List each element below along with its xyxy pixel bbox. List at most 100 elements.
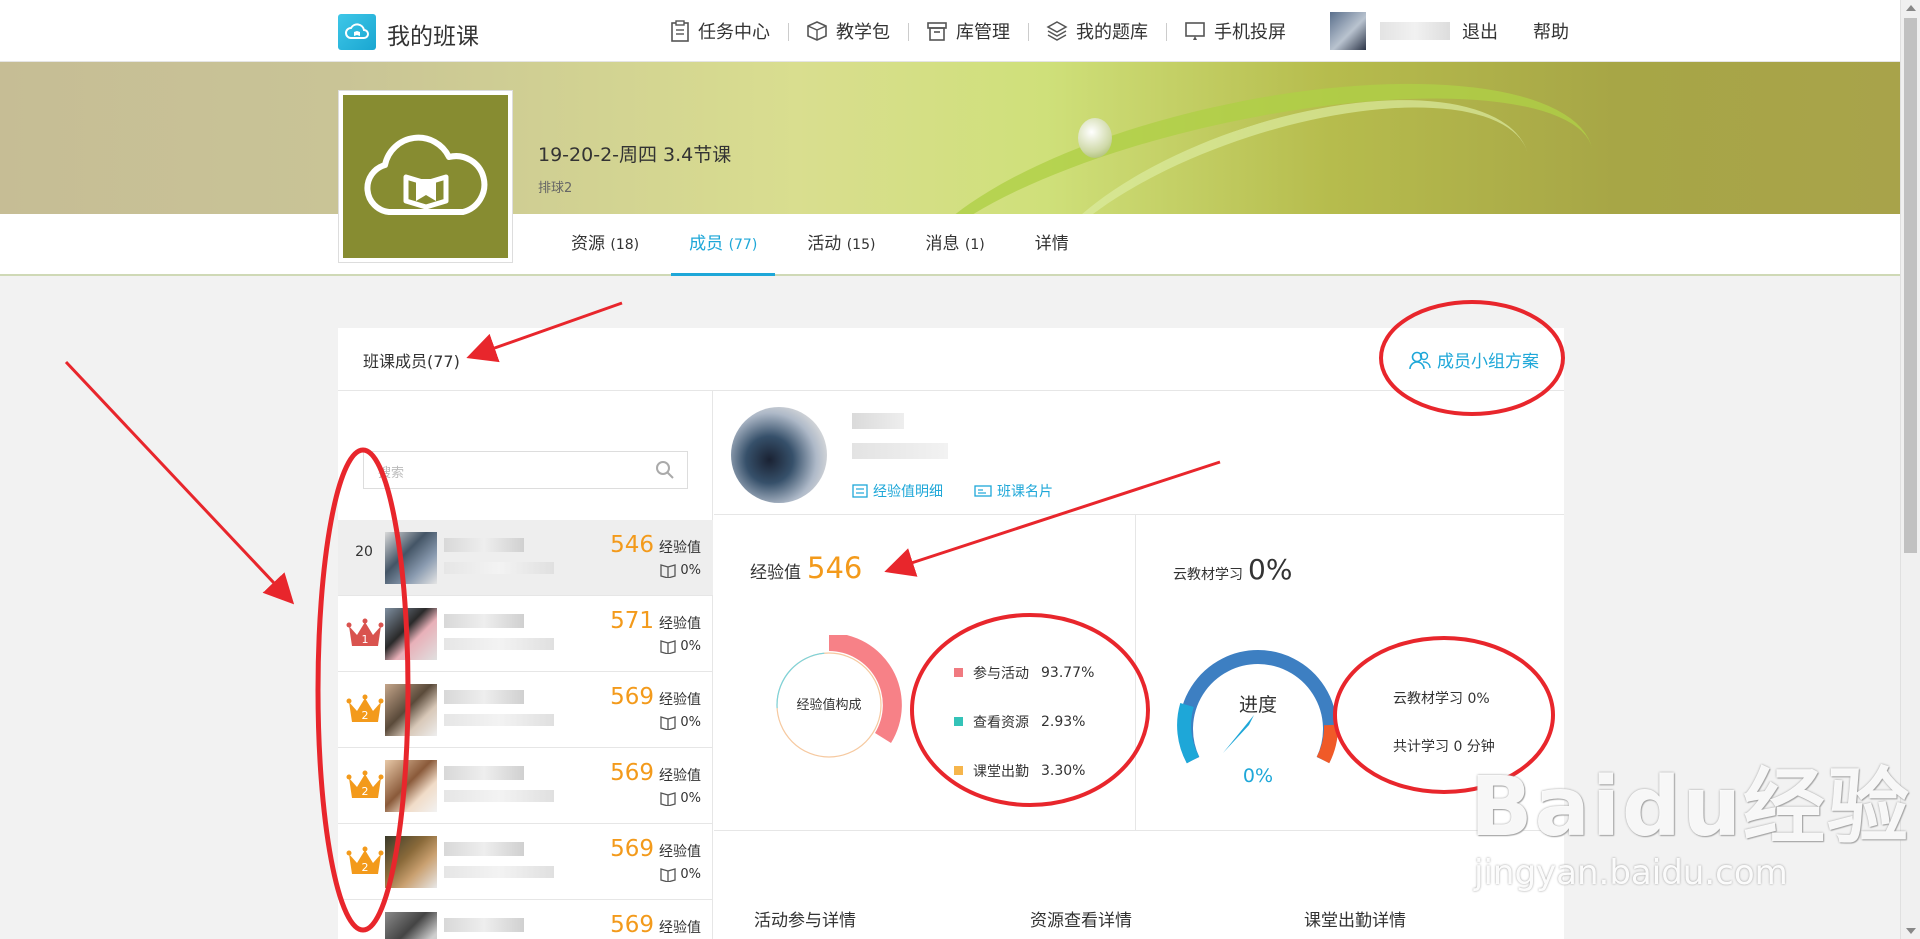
class-tab-bar: 资源 (18) 成员 (77) 活动 (15) 消息 (1) 详情: [0, 214, 1900, 276]
member-progress: 0%: [660, 791, 701, 806]
watermark-brand: Baidu经验: [1470, 760, 1912, 855]
member-profile: 经验值明细 班课名片: [714, 391, 1564, 515]
cloud-book-icon: [363, 134, 487, 215]
member-progress: 0%: [660, 867, 701, 882]
member-row[interactable]: 20 546 经验值 0%: [338, 520, 713, 596]
exp-title: 经验值 546: [750, 551, 863, 585]
user-avatar[interactable]: [1330, 12, 1366, 50]
activity-detail-title[interactable]: 活动参与详情: [754, 906, 856, 931]
logout-link[interactable]: 退出: [1462, 18, 1498, 44]
tab-details[interactable]: 详情: [1017, 214, 1087, 276]
nav-teaching-package[interactable]: 教学包: [788, 18, 908, 44]
clipboard-icon: [671, 20, 689, 42]
scroll-up-arrow-icon[interactable]: [1906, 5, 1916, 11]
exp-detail-link[interactable]: 经验值明细: [852, 481, 943, 501]
member-name-blurred: [444, 690, 524, 704]
screen-cast-icon: [1185, 22, 1205, 40]
svg-text:2: 2: [362, 861, 369, 874]
member-row[interactable]: 2 569 经验值 0%: [338, 672, 713, 748]
member-name-blurred: [444, 614, 524, 628]
crown-rank-2-icon: 2: [346, 846, 384, 874]
member-stats: 经验值 546 经验值构成 参与活动 93.77% 查看资源 2.93% 课堂出勤 3.…: [714, 515, 1564, 831]
member-score: 569 经验值: [610, 760, 701, 786]
member-row[interactable]: 1 571 经验值 0%: [338, 596, 713, 672]
tab-activities[interactable]: 活动 (15): [789, 214, 893, 276]
cloud-title: 云教材学习 0%: [1173, 553, 1293, 586]
class-name: 19-20-2-周四 3.4节课: [538, 144, 732, 166]
nav-question-bank[interactable]: 我的题库: [1028, 18, 1166, 44]
nav-label: 教学包: [836, 22, 890, 43]
member-search-input[interactable]: 搜索: [363, 451, 688, 489]
class-subtitle: 排球2: [538, 181, 573, 196]
archive-icon: [927, 22, 947, 41]
member-score: 569 经验值: [610, 912, 701, 938]
legend-dot: [954, 717, 963, 726]
scroll-thumb[interactable]: [1904, 18, 1917, 553]
book-icon: [660, 716, 677, 730]
nav-task-center[interactable]: 任务中心: [652, 18, 788, 44]
member-name-blurred: [444, 918, 524, 932]
main-nav: 任务中心 教学包 库管理 我的题库 手机投屏: [652, 17, 1304, 45]
gauge-needle: [1223, 715, 1254, 753]
class-cover: [338, 90, 513, 263]
tab-resources[interactable]: 资源 (18): [553, 214, 657, 276]
member-number-blurred: [444, 562, 554, 574]
help-link[interactable]: 帮助: [1533, 18, 1569, 44]
member-group-plan-button[interactable]: 成员小组方案: [1409, 347, 1539, 372]
member-name-blurred: [444, 538, 524, 552]
cloud-study-percent: 云教材学习 0%: [1393, 691, 1490, 707]
search-placeholder: 搜索: [378, 466, 405, 481]
member-number-blurred: [444, 638, 554, 650]
member-row[interactable]: 569 经验值: [338, 900, 713, 939]
member-number-blurred: [444, 714, 554, 726]
member-avatar: [385, 836, 437, 888]
member-detail-column: 经验值明细 班课名片 经验值 546 经验值构成 参与活动 93.77% 查看资源 2…: [714, 391, 1564, 939]
member-list: 20 546 经验值 0% 1 571 经验值 0% 2 569 经验值 0% …: [338, 520, 713, 939]
profile-avatar: [731, 407, 827, 503]
svg-text:经验值构成: 经验值构成: [796, 697, 861, 713]
layers-icon: [1046, 21, 1068, 41]
class-card-link[interactable]: 班课名片: [974, 481, 1053, 501]
crown-rank-2-icon: 2: [346, 770, 384, 798]
crown-rank-1-icon: 1: [346, 618, 384, 646]
app-logo-icon[interactable]: [338, 14, 376, 50]
exp-composition-donut: 经验值构成: [776, 635, 902, 758]
class-banner: [0, 62, 1900, 214]
member-list-column: 搜索 20 546 经验值 0% 1 571 经验值 0% 2 569 经验值 …: [338, 391, 713, 939]
legend-dot: [954, 668, 963, 677]
member-rank: 20: [355, 544, 373, 560]
member-score: 546 经验值: [610, 532, 701, 558]
member-name-blurred: [444, 766, 524, 780]
gauge-value: 0%: [1242, 765, 1274, 787]
donut-segment-activity: [829, 635, 902, 743]
nav-screen-cast[interactable]: 手机投屏: [1166, 18, 1304, 44]
member-row[interactable]: 2 569 经验值 0%: [338, 748, 713, 824]
legend-dot: [954, 766, 963, 775]
book-icon: [660, 792, 677, 806]
search-icon[interactable]: [655, 460, 675, 480]
member-name-blurred: [444, 842, 524, 856]
tab-messages[interactable]: 消息 (1): [907, 214, 1002, 276]
nav-label: 库管理: [956, 22, 1010, 43]
nav-label: 我的题库: [1076, 22, 1148, 43]
app-title[interactable]: 我的班课: [387, 17, 479, 51]
book-icon: [660, 640, 677, 654]
member-progress: 0%: [660, 563, 701, 578]
red-arrow-annotation: [64, 360, 295, 605]
top-bar: 我的班课 任务中心 教学包 库管理 我的题库 手机投屏 退出 帮助: [0, 0, 1900, 62]
resource-detail-title[interactable]: 资源查看详情: [1030, 906, 1132, 931]
profile-name-blurred: [852, 413, 904, 429]
legend-item: 课堂出勤 3.30%: [954, 746, 1094, 795]
member-progress: 0%: [660, 715, 701, 730]
nav-library-management[interactable]: 库管理: [908, 18, 1028, 44]
attendance-detail-title[interactable]: 课堂出勤详情: [1304, 906, 1406, 931]
tab-members[interactable]: 成员 (77): [671, 214, 776, 276]
user-area: 退出 帮助: [1330, 12, 1569, 50]
legend-item: 查看资源 2.93%: [954, 697, 1094, 746]
detail-section: 活动参与详情 资源查看详情 课堂出勤详情: [714, 831, 1564, 939]
list-icon: [852, 484, 868, 498]
group-users-icon: [1409, 351, 1431, 369]
baidu-jingyan-watermark: Baidu经验 jingyan.baidu.com: [1470, 740, 1911, 893]
member-row[interactable]: 2 569 经验值 0%: [338, 824, 713, 900]
scroll-down-arrow-icon[interactable]: [1906, 928, 1916, 934]
